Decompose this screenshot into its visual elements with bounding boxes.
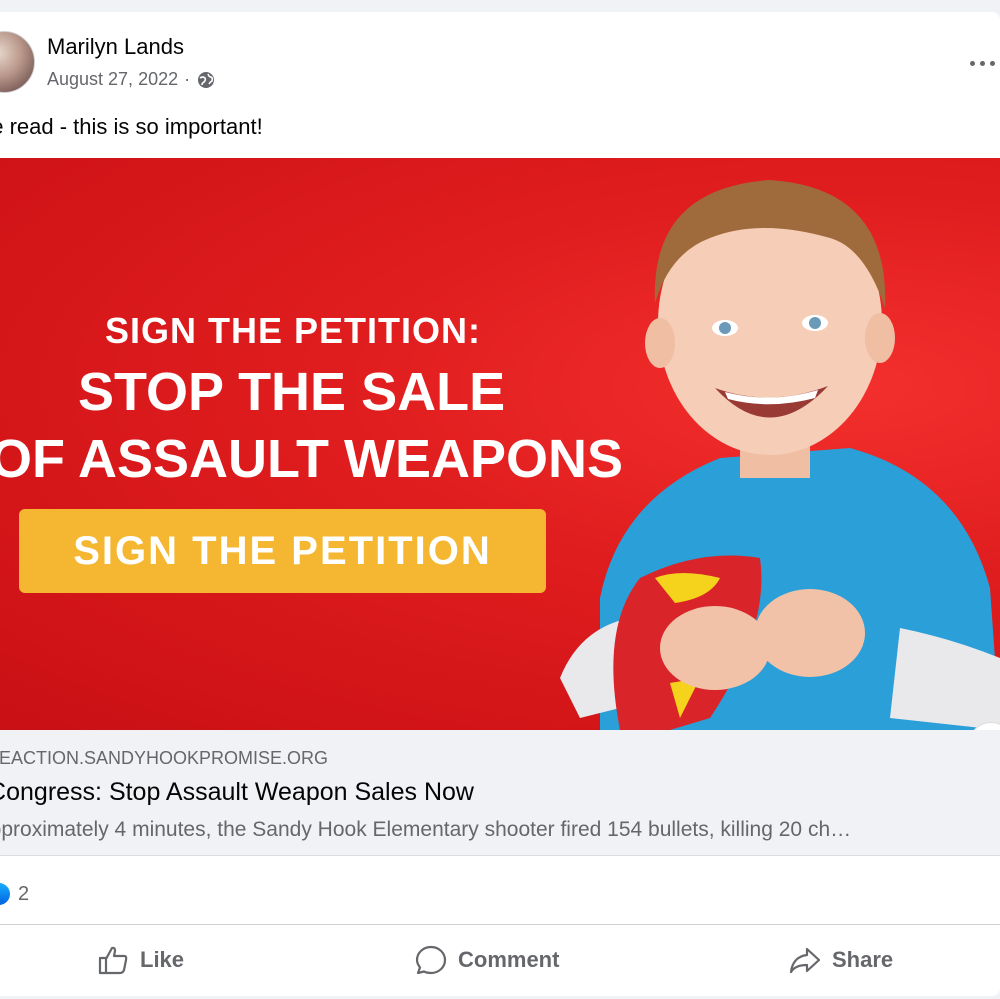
author-avatar[interactable] xyxy=(0,31,35,93)
actions-divider xyxy=(0,924,1000,925)
post-header: Marilyn Lands August 27, 2022 · xyxy=(0,12,1000,112)
thumbs-up-icon xyxy=(98,946,128,975)
reactions-bar[interactable]: 2 xyxy=(0,874,29,914)
link-preview-footer[interactable]: KEACTION.SANDYHOOKPROMISE.ORG ll Congres… xyxy=(0,730,1000,856)
comment-label: Comment xyxy=(458,947,560,972)
reaction-count: 2 xyxy=(18,882,30,905)
link-preview-image[interactable]: SIGN THE PETITION: STOP THE SALE OF ASSA… xyxy=(0,158,1000,730)
author-name[interactable]: Marilyn Lands xyxy=(47,34,184,60)
post-meta: August 27, 2022 · xyxy=(47,69,216,90)
ad-headline-line1: STOP THE SALE xyxy=(78,362,506,422)
ad-headline-small: SIGN THE PETITION: xyxy=(105,310,482,351)
post-date[interactable]: August 27, 2022 xyxy=(47,69,178,90)
share-arrow-icon xyxy=(789,947,821,974)
share-button[interactable]: Share xyxy=(788,934,893,986)
post-text: ase read - this is so important! xyxy=(0,114,263,139)
share-label: Share xyxy=(832,947,894,972)
post-card: Marilyn Lands August 27, 2022 · ase read… xyxy=(0,12,1000,996)
globe-icon[interactable] xyxy=(196,70,216,90)
more-options-icon[interactable] xyxy=(970,58,1000,68)
link-description: approximately 4 minutes, the Sandy Hook … xyxy=(0,818,852,841)
action-bar: Like Comment Share xyxy=(0,934,1000,986)
comment-button[interactable]: Comment xyxy=(414,934,559,986)
like-button[interactable]: Like xyxy=(96,934,184,986)
meta-separator: · xyxy=(184,69,191,89)
link-title[interactable]: ll Congress: Stop Assault Weapon Sales N… xyxy=(0,778,474,807)
ad-headline-line2: OF ASSAULT WEAPONS xyxy=(0,429,623,489)
ad-sign-petition-banner: SIGN THE PETITION xyxy=(19,509,546,593)
like-label: Like xyxy=(140,947,185,972)
child-photo xyxy=(560,180,1000,730)
like-reaction-icon xyxy=(0,883,10,905)
link-domain: KEACTION.SANDYHOOKPROMISE.ORG xyxy=(0,748,329,768)
speech-bubble-icon xyxy=(415,945,447,975)
